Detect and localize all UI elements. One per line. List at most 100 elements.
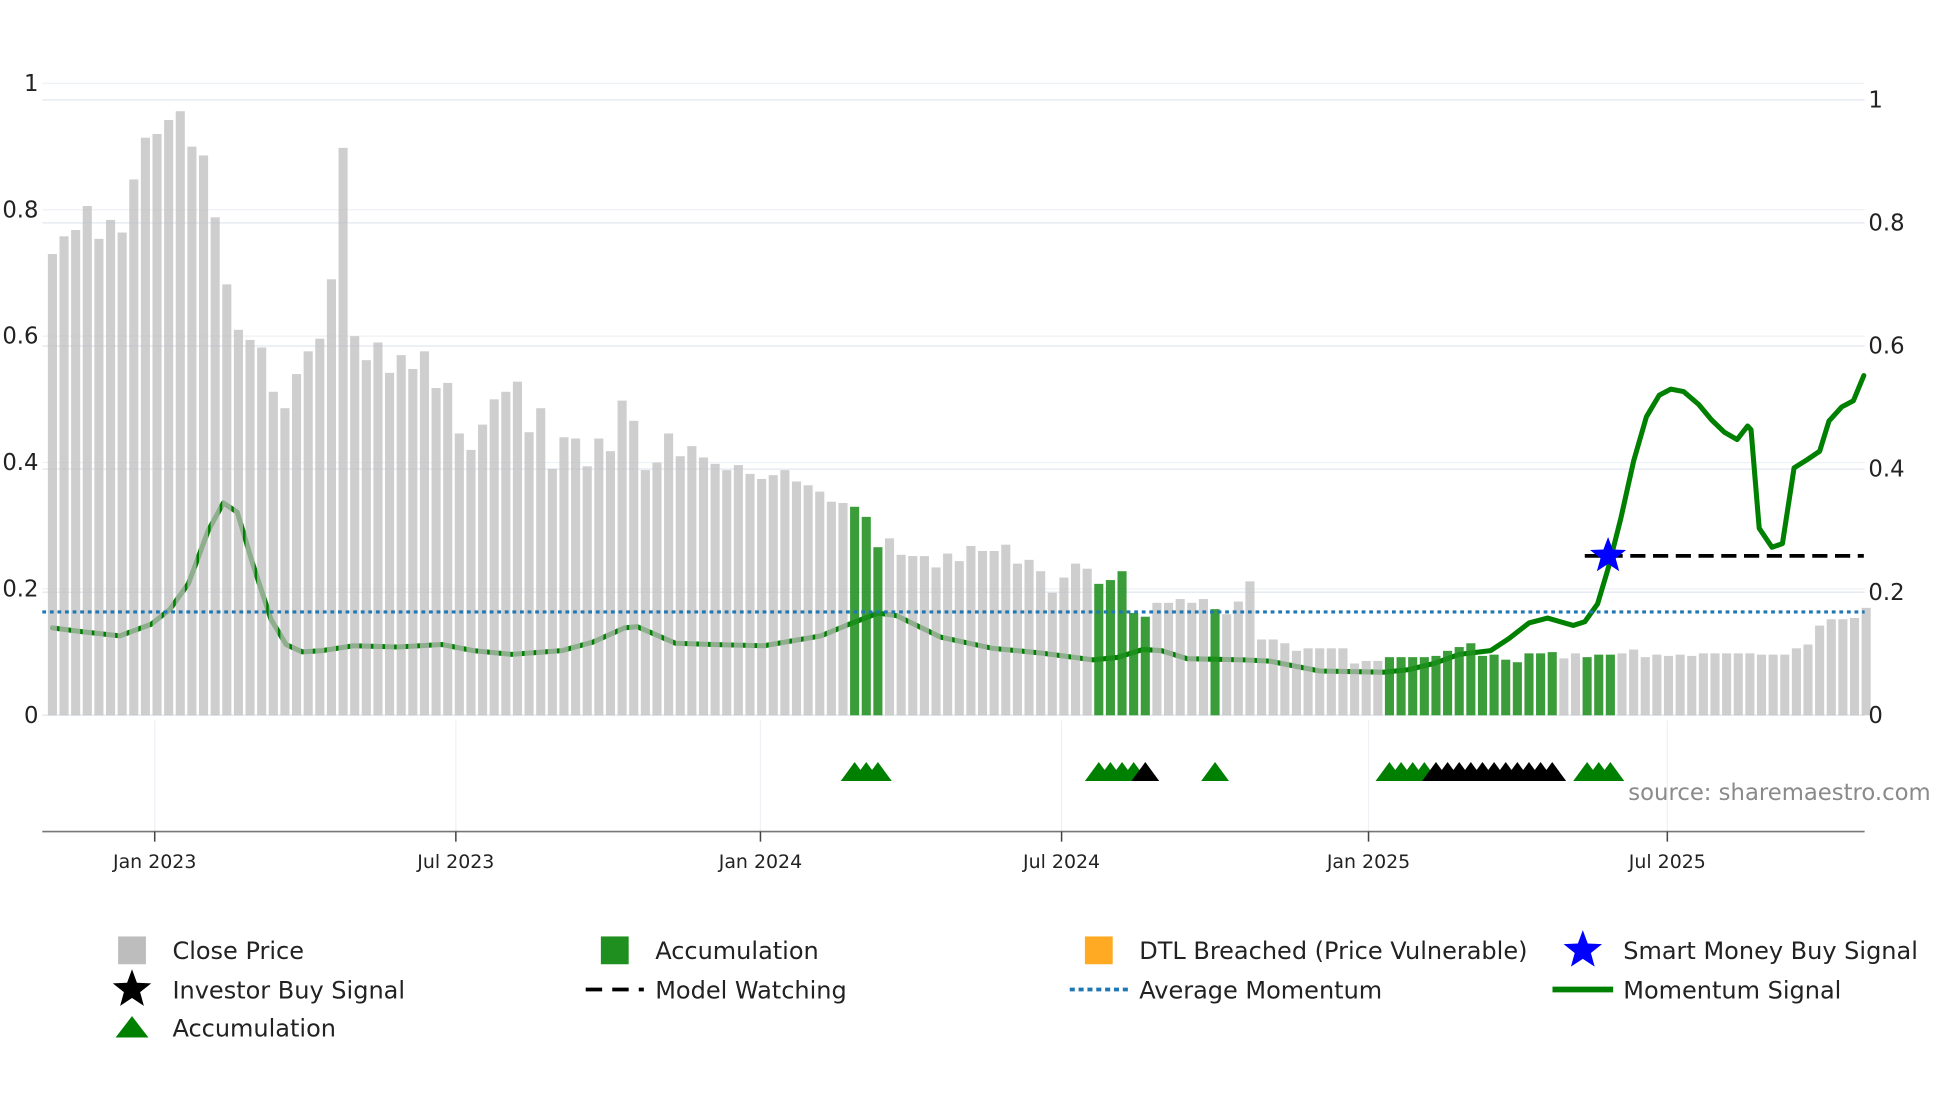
signal-markers-row: [840, 762, 1625, 782]
legend-item: Momentum Signal: [1552, 976, 1841, 1004]
close-price-bar: [326, 279, 336, 716]
legend-label: Smart Money Buy Signal: [1623, 937, 1918, 965]
legend-item: Accumulation: [600, 936, 819, 965]
close-price-bar: [803, 485, 813, 716]
accumulation-bar: [1489, 654, 1499, 716]
accumulation-bar: [1477, 655, 1488, 716]
close-price-bar: [315, 338, 325, 716]
legend-label: Average Momentum: [1139, 976, 1382, 1004]
right-y-tick-label: 0.8: [1868, 211, 1904, 237]
close-price-bar: [629, 420, 639, 716]
accumulation-bar: [1140, 616, 1150, 716]
close-price-bar: [129, 179, 139, 716]
close-price-bar: [884, 538, 895, 716]
close-price-bar: [745, 473, 755, 716]
accumulation-bar: [1536, 653, 1546, 716]
accumulation-bar: [1524, 653, 1534, 716]
close-price-bar: [780, 470, 790, 716]
x-tick-label: Jul 2024: [1022, 851, 1100, 873]
legend-label: Investor Buy Signal: [172, 976, 405, 1004]
close-price-bar: [1617, 653, 1627, 716]
close-price-bar: [385, 372, 395, 716]
close-price-bar: [908, 556, 918, 716]
close-price-bar: [733, 465, 743, 716]
close-price-bar: [466, 449, 476, 716]
close-price-bar: [1338, 648, 1348, 716]
close-price-bar: [117, 232, 127, 716]
close-price-bar: [1780, 654, 1790, 716]
accumulation-bar: [1117, 571, 1127, 716]
close-price-bar: [966, 545, 976, 716]
accumulation-triangle: [1201, 762, 1229, 782]
close-price-bar: [71, 230, 81, 716]
close-price-bar: [245, 339, 255, 716]
close-price-bar: [698, 457, 709, 716]
close-price-bar: [1559, 658, 1569, 716]
accumulation-bar: [1443, 650, 1453, 716]
close-price-bar: [1257, 639, 1267, 716]
source-label: source: sharemaestro.com: [1628, 780, 1930, 806]
close-price-bar: [1756, 654, 1767, 716]
x-tick-label: Jan 2024: [718, 851, 802, 873]
left-y-tick-label: 1: [24, 71, 38, 97]
close-price-bar: [524, 432, 534, 716]
right-y-tick-label: 1: [1868, 87, 1882, 113]
close-price-bar: [687, 446, 697, 716]
close-price-bar: [512, 381, 523, 716]
accumulation-bar: [873, 547, 883, 716]
close-price-bar: [722, 470, 732, 716]
legend-item: Investor Buy Signal: [112, 969, 405, 1006]
close-price-bar: [1570, 653, 1581, 716]
close-price-bar: [1198, 599, 1208, 716]
close-price-bar: [640, 470, 650, 716]
close-price-bar: [501, 391, 511, 716]
close-price-bar: [47, 254, 57, 716]
close-price-bar: [954, 561, 964, 716]
legend-label: Accumulation: [172, 1014, 336, 1042]
legend-item: Average Momentum: [1069, 976, 1382, 1004]
close-price-bar: [164, 120, 174, 716]
close-price-bar: [559, 437, 569, 716]
close-price-bar: [210, 217, 220, 716]
close-price-bar: [1082, 568, 1092, 716]
accumulation-bar: [861, 516, 871, 716]
close-price-bar: [943, 553, 953, 716]
right-y-tick-label: 0.2: [1868, 580, 1904, 606]
close-price-bar: [303, 351, 313, 716]
close-price-bar: [1663, 655, 1674, 716]
close-price-bar: [454, 433, 464, 716]
close-price-bar: [1233, 601, 1243, 716]
legend-triangle-icon: [115, 1016, 149, 1038]
close-price-bar: [582, 466, 592, 716]
close-price-bar: [1164, 602, 1174, 716]
accumulation-bar: [1384, 657, 1395, 716]
close-price-bar: [1222, 614, 1232, 716]
close-price-bar: [1791, 648, 1801, 716]
legend-star-icon: [1563, 930, 1603, 967]
accumulation-bar: [1105, 580, 1115, 716]
close-price-bar: [536, 408, 546, 716]
close-price-bar: [1687, 655, 1697, 716]
accumulation-bar: [1594, 654, 1604, 716]
legend-item: Smart Money Buy Signal: [1563, 930, 1918, 967]
close-price-bar: [361, 360, 371, 716]
close-price-bar: [931, 567, 941, 716]
close-price-bar: [82, 205, 92, 716]
accumulation-bar: [1501, 659, 1511, 716]
close-price-bars: [47, 111, 1871, 716]
close-price-bar: [617, 400, 627, 716]
stock-momentum-chart: Jan 2023 Jul 2023 Jan 2024 Jul 2024 Jan 2025…: [2, 71, 1930, 1042]
close-price-bar: [478, 424, 488, 716]
close-price-bar: [1245, 581, 1255, 716]
accumulation-bar: [1431, 655, 1441, 716]
close-price-bar: [977, 551, 988, 716]
accumulation-bar: [1582, 657, 1592, 716]
accumulation-bar: [1129, 612, 1139, 716]
close-price-bar: [175, 111, 185, 716]
close-price-bar: [198, 155, 209, 716]
close-price-bar: [1745, 653, 1755, 716]
accumulation-bar: [1466, 643, 1476, 716]
accumulation-bar: [1605, 654, 1615, 716]
close-price-bar: [710, 463, 720, 716]
close-price-bar: [1291, 650, 1301, 716]
